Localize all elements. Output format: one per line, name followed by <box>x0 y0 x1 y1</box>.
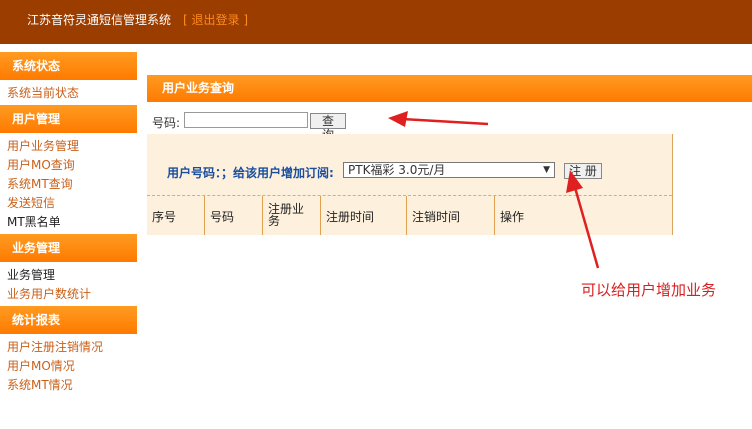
annotation-text: 可以给用户增加业务 <box>581 281 717 299</box>
arrow-to-register-icon <box>566 170 600 269</box>
arrow-to-query-icon <box>388 111 489 127</box>
annotation-arrows <box>388 111 600 269</box>
